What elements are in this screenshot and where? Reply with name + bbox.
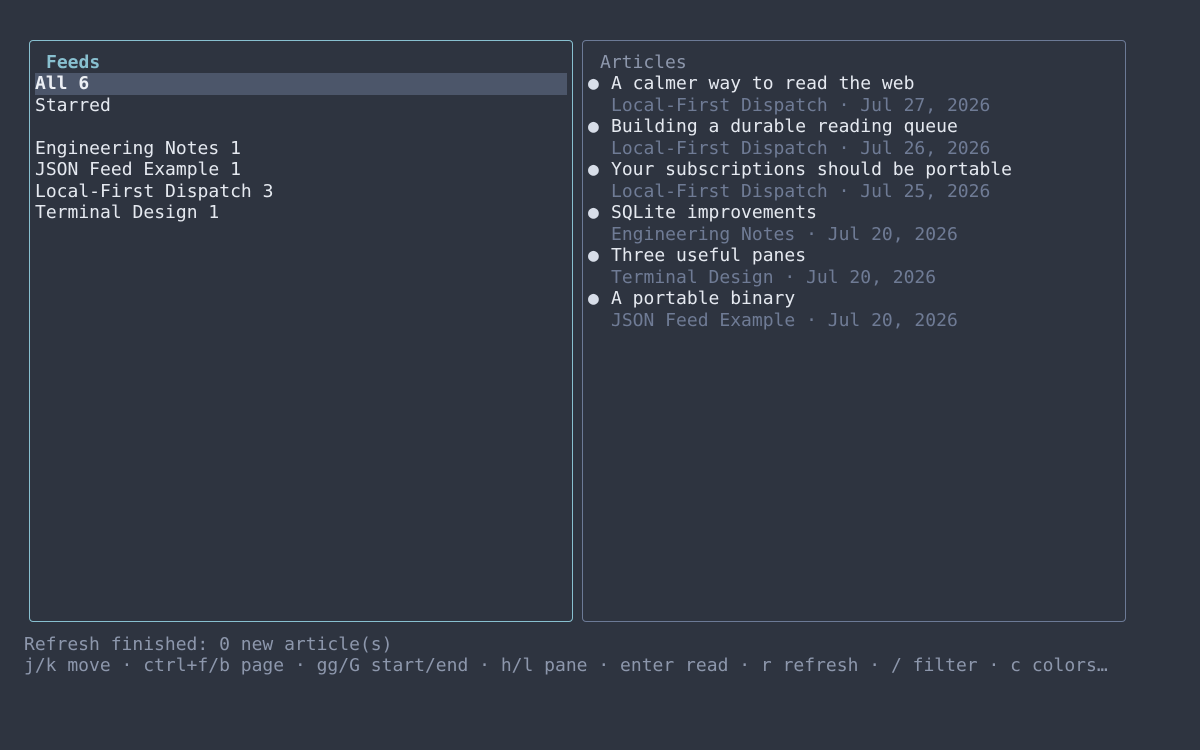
article-title: A calmer way to read the web [611, 73, 915, 94]
feed-item-engineering-notes[interactable]: Engineering Notes 1 [35, 138, 567, 160]
unread-dot-icon: ● [588, 159, 599, 180]
feed-item-terminal-design[interactable]: Terminal Design 1 [35, 202, 567, 224]
article-title: Your subscriptions should be portable [611, 159, 1012, 180]
article-meta: Local-First Dispatch · Jul 26, 2026 [611, 137, 991, 159]
status-message: Refresh finished: 0 new article(s) [24, 634, 393, 655]
article-meta: Terminal Design · Jul 20, 2026 [611, 266, 937, 288]
feed-item-json-feed-example[interactable]: JSON Feed Example 1 [35, 159, 567, 181]
feed-list: All 6 Starred Engineering Notes 1 JSON F… [35, 73, 567, 224]
feed-item-local-first-dispatch[interactable]: Local-First Dispatch 3 [35, 181, 567, 203]
article-list: ● A calmer way to read the web Local-Fir… [588, 73, 1120, 331]
unread-dot-icon: ● [588, 202, 599, 223]
article-meta: Engineering Notes · Jul 20, 2026 [611, 223, 958, 245]
unread-dot-icon: ● [588, 73, 599, 94]
article-item[interactable]: ● Building a durable reading queue Local… [588, 116, 1120, 159]
article-item[interactable]: ● Three useful panes Terminal Design · J… [588, 245, 1120, 288]
article-title: Three useful panes [611, 245, 807, 266]
article-item[interactable]: ● A calmer way to read the web Local-Fir… [588, 73, 1120, 116]
article-meta: JSON Feed Example · Jul 20, 2026 [611, 309, 958, 331]
feeds-pane-title: Feeds [46, 52, 101, 73]
article-title: SQLite improvements [611, 202, 817, 223]
articles-pane[interactable]: Articles ● A calmer way to read the web … [582, 40, 1126, 622]
article-meta: Local-First Dispatch · Jul 25, 2026 [611, 180, 991, 202]
articles-pane-title: Articles [600, 52, 687, 73]
keybinding-help: j/k move · ctrl+f/b page · gg/G start/en… [24, 655, 1108, 676]
feed-list-spacer [35, 116, 567, 138]
article-meta: Local-First Dispatch · Jul 27, 2026 [611, 94, 991, 116]
feed-item-all[interactable]: All 6 [35, 73, 567, 95]
article-item[interactable]: ● SQLite improvements Engineering Notes … [588, 202, 1120, 245]
article-title: Building a durable reading queue [611, 116, 958, 137]
article-title: A portable binary [611, 288, 796, 309]
unread-dot-icon: ● [588, 245, 599, 266]
unread-dot-icon: ● [588, 116, 599, 137]
feeds-pane[interactable]: Feeds All 6 Starred Engineering Notes 1 … [29, 40, 573, 622]
feed-item-starred[interactable]: Starred [35, 95, 567, 117]
article-item[interactable]: ● A portable binary JSON Feed Example · … [588, 288, 1120, 331]
article-item[interactable]: ● Your subscriptions should be portable … [588, 159, 1120, 202]
unread-dot-icon: ● [588, 288, 599, 309]
